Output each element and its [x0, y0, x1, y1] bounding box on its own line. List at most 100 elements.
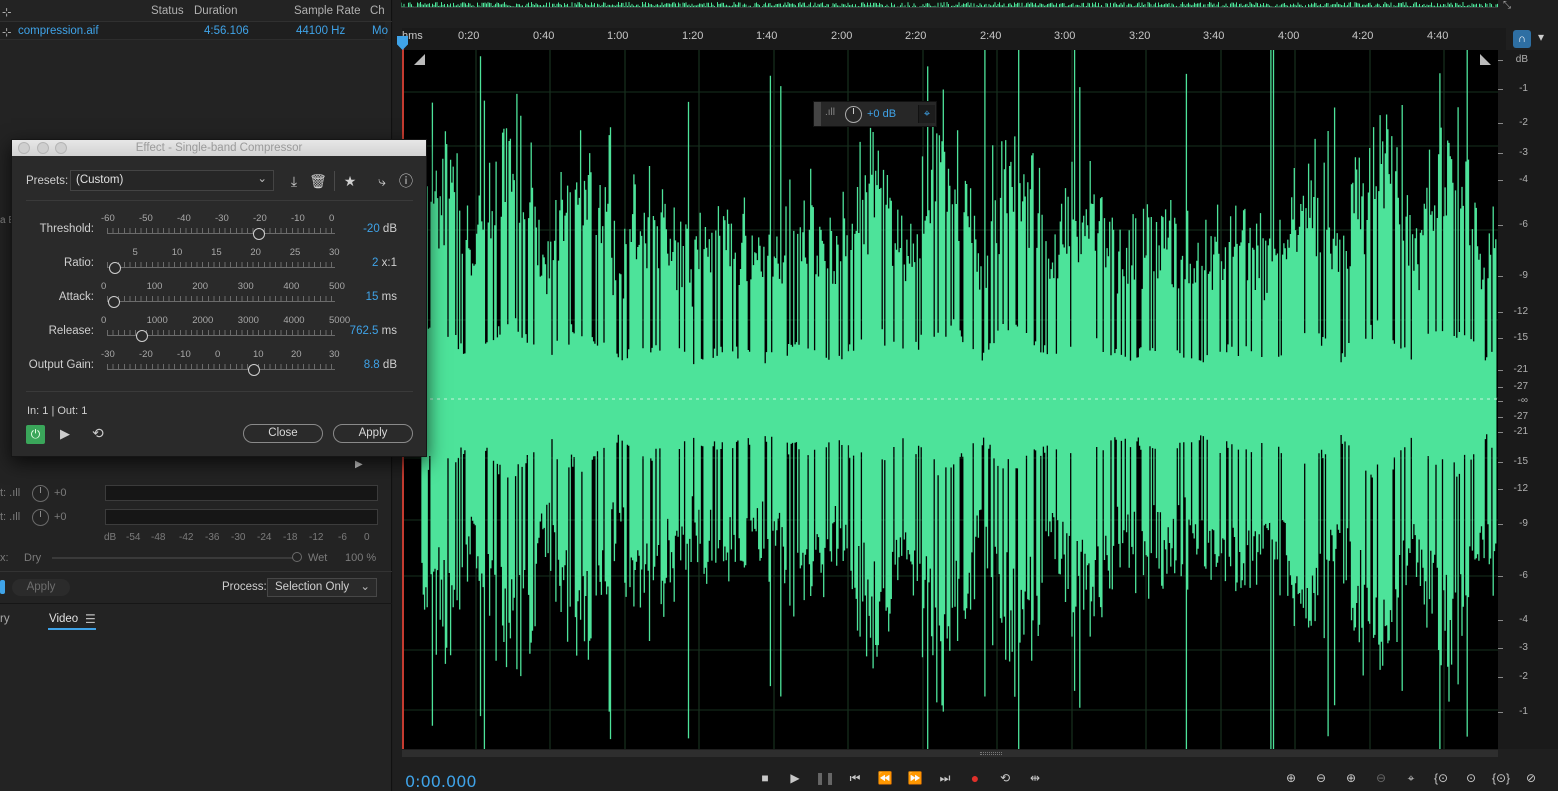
zoom-out-amplitude-icon[interactable]: ⊖ [1310, 769, 1332, 787]
skip-start-icon[interactable]: ⏮ [844, 769, 866, 787]
tab-video[interactable]: Video [49, 613, 78, 625]
skip-end-icon[interactable]: ⏭ [934, 769, 956, 787]
slider-value-unit: x:1 [381, 257, 397, 269]
db-tick-mark [1498, 225, 1503, 226]
preview-play-icon[interactable]: ▶ [60, 426, 70, 442]
power-toggle-fragment[interactable] [0, 580, 5, 594]
mix-slider-thumb[interactable] [292, 552, 302, 562]
slider-value[interactable]: 2 x:1 [337, 257, 397, 269]
hud-drag-handle[interactable] [814, 102, 821, 126]
zoom-in-time-icon[interactable]: ⊕ [1340, 769, 1362, 787]
trash-icon[interactable]: 🗑 [308, 171, 328, 191]
ruler-tick: 4:20 [1352, 30, 1374, 42]
headphone-icon[interactable]: ∩ [1513, 30, 1531, 48]
slider-track[interactable] [107, 259, 335, 268]
horizontal-scrollbar[interactable] [402, 750, 1498, 757]
routing-icon[interactable]: ⤷ [372, 171, 392, 191]
record-icon[interactable]: ● [964, 769, 986, 787]
pause-icon[interactable]: ❚❚ [814, 769, 836, 787]
hud-gain-knob[interactable] [845, 106, 862, 123]
info-icon[interactable]: ⓘ [396, 171, 416, 191]
skip-selection-icon[interactable]: ⇹ [1024, 769, 1046, 787]
star-icon[interactable]: ★ [340, 171, 360, 191]
close-window-button[interactable] [18, 142, 30, 154]
play-arrow-icon[interactable]: ▶ [355, 459, 363, 470]
slider-value[interactable]: -20 dB [337, 223, 397, 235]
overview-zoom-icon[interactable]: ⤡ [1503, 0, 1511, 11]
slider-track[interactable] [107, 293, 335, 302]
slider-thumb[interactable] [135, 330, 148, 342]
loop-icon[interactable]: ⟲ [994, 769, 1016, 787]
slider-track[interactable] [107, 225, 335, 234]
slider-thumb[interactable] [107, 296, 120, 308]
zoom-selection-icon[interactable]: {⊙ [1430, 769, 1452, 787]
waveform-display[interactable] [402, 50, 1498, 749]
file-expand-icon[interactable]: ⊹ [2, 25, 12, 39]
minimize-window-button[interactable] [37, 142, 49, 154]
rack-apply-button[interactable]: Apply [12, 579, 70, 596]
waveform [402, 50, 1498, 749]
toolbar-divider [334, 171, 335, 191]
zoom-reset-icon[interactable]: ⊘ [1520, 769, 1542, 787]
scale-label: 5 [132, 247, 138, 258]
col-sample-rate[interactable]: Sample Rate [294, 5, 360, 17]
slider-value[interactable]: 15 ms [337, 291, 397, 303]
time-ruler[interactable]: hms 0:20 0:40 1:00 1:20 1:40 2:00 2:20 2:40 3:00 3… [402, 28, 1506, 50]
zoom-full-icon[interactable]: ⌖ [1400, 769, 1422, 787]
fast-forward-icon[interactable]: ⏩ [904, 769, 926, 787]
presets-value: (Custom) [76, 174, 124, 186]
file-channels: Mo [372, 25, 388, 37]
panel-menu-icon[interactable]: ☰ [85, 612, 96, 626]
slider-track[interactable] [107, 361, 335, 370]
scale-label: 100 [146, 281, 163, 292]
power-icon[interactable]: ⏻ [26, 425, 45, 444]
db-tick-mark [1498, 180, 1503, 181]
db-tick-mark [1498, 524, 1503, 525]
db-tick: -4 [1519, 174, 1528, 185]
download-icon[interactable]: ⤓ [284, 171, 304, 191]
pin-icon[interactable]: ▾ [1538, 30, 1544, 44]
ruler-tick: 3:20 [1129, 30, 1151, 42]
file-row[interactable]: ⊹ compression.aif 4:56.106 44100 Hz Mo [0, 22, 388, 40]
hud-meter-icon: .ıll [825, 107, 835, 118]
input-gain-knob[interactable] [32, 485, 49, 502]
slider-thumb[interactable] [248, 364, 261, 376]
process-select-value: Selection Only [275, 581, 350, 593]
rewind-icon[interactable]: ⏪ [874, 769, 896, 787]
hud-pin-icon[interactable]: ⌖ [918, 105, 935, 123]
loop-preview-icon[interactable]: ⟲ [92, 425, 104, 442]
zoom-in-amplitude-icon[interactable]: ⊕ [1280, 769, 1302, 787]
col-channels[interactable]: Ch [370, 5, 385, 17]
db-tick-mark [1498, 417, 1503, 418]
slider-value[interactable]: 8.8 dB [337, 359, 397, 371]
expand-icon[interactable]: ⊹ [2, 5, 12, 19]
db-tick: -27 [1513, 381, 1528, 392]
slider-label: Release: [48, 325, 94, 337]
mix-slider-track[interactable] [52, 557, 296, 559]
hud-gain-control: .ıll +0 dB ⌖ [813, 101, 937, 127]
zoom-right-icon[interactable]: {⊙} [1490, 769, 1512, 787]
output-gain-label: t: .ıll [0, 511, 21, 523]
dialog-titlebar[interactable]: Effect - Single-band Compressor [12, 140, 426, 156]
zoom-out-time-icon[interactable]: ⊖ [1370, 769, 1392, 787]
close-button[interactable]: Close [243, 424, 323, 443]
zoom-left-icon[interactable]: ⊙ [1460, 769, 1482, 787]
col-duration[interactable]: Duration [194, 5, 237, 17]
stop-icon[interactable]: ■ [754, 769, 776, 787]
slider-value-unit: dB [382, 359, 397, 371]
wet-label: Wet [308, 552, 328, 564]
presets-select[interactable]: (Custom) ⌄ [70, 170, 274, 191]
zoom-window-button[interactable] [55, 142, 67, 154]
slider-thumb[interactable] [253, 228, 265, 240]
tab-history-fragment[interactable]: ry [0, 613, 10, 625]
slider-value[interactable]: 762.5 ms [337, 325, 397, 337]
col-status[interactable]: Status [151, 5, 184, 17]
overview-bar[interactable] [401, 0, 1498, 8]
output-gain-knob[interactable] [32, 509, 49, 526]
process-select[interactable]: Selection Only ⌄ [267, 578, 377, 597]
play-icon[interactable]: ▶ [784, 769, 806, 787]
apply-button[interactable]: Apply [333, 424, 413, 443]
current-time[interactable]: 0:00.000 [405, 772, 477, 791]
slider-thumb[interactable] [108, 262, 121, 274]
mix-label: x: [0, 552, 9, 564]
